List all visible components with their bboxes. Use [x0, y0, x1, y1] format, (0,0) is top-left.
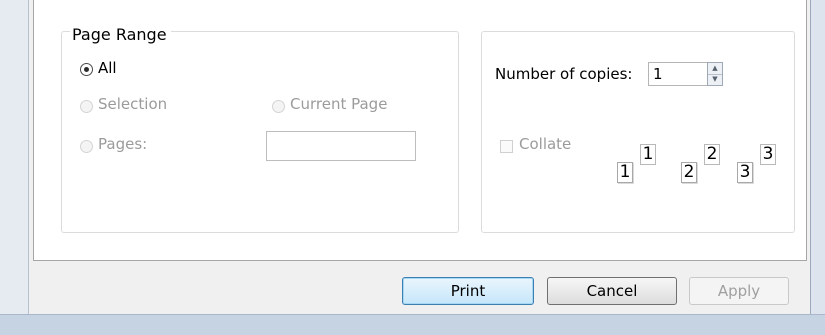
window-scrollbar[interactable]	[810, 0, 825, 334]
radio-all-label: All	[98, 59, 117, 77]
copies-input[interactable]: 1	[648, 62, 708, 86]
copies-spinner[interactable]: ▲ ▼	[707, 62, 723, 86]
radio-current-page-button	[272, 100, 285, 113]
page-range-title: Page Range	[70, 25, 171, 44]
collate-checkbox	[500, 140, 513, 153]
collate-label: Collate	[519, 135, 572, 153]
apply-button: Apply	[689, 277, 789, 305]
copies-value: 1	[653, 65, 663, 83]
copies-label: Number of copies:	[495, 65, 633, 83]
collate-page-back-2: 2	[704, 144, 720, 165]
window-left-frame	[0, 0, 29, 334]
pages-input[interactable]	[266, 131, 416, 161]
collate-page-front-1: 1	[617, 162, 633, 183]
radio-current-page-label: Current Page	[290, 95, 388, 113]
copies-group	[481, 31, 795, 233]
collate-page-back-1: 1	[640, 144, 656, 165]
spin-down-arrow-icon[interactable]: ▼	[708, 74, 722, 85]
print-button[interactable]: Print	[402, 277, 534, 305]
collate-page-front-3: 3	[737, 162, 753, 183]
radio-pages-label: Pages:	[98, 135, 148, 153]
collate-page-back-3: 3	[760, 144, 776, 165]
radio-all-button[interactable]	[80, 63, 93, 76]
window-bottom-frame	[0, 314, 825, 335]
radio-selection-button	[80, 100, 93, 113]
collate-illustration: 1 1 2 2 3 3	[607, 140, 782, 192]
radio-pages-button	[80, 140, 93, 153]
cancel-button[interactable]: Cancel	[547, 277, 677, 305]
radio-selection-label: Selection	[98, 95, 168, 113]
collate-page-front-2: 2	[681, 162, 697, 183]
